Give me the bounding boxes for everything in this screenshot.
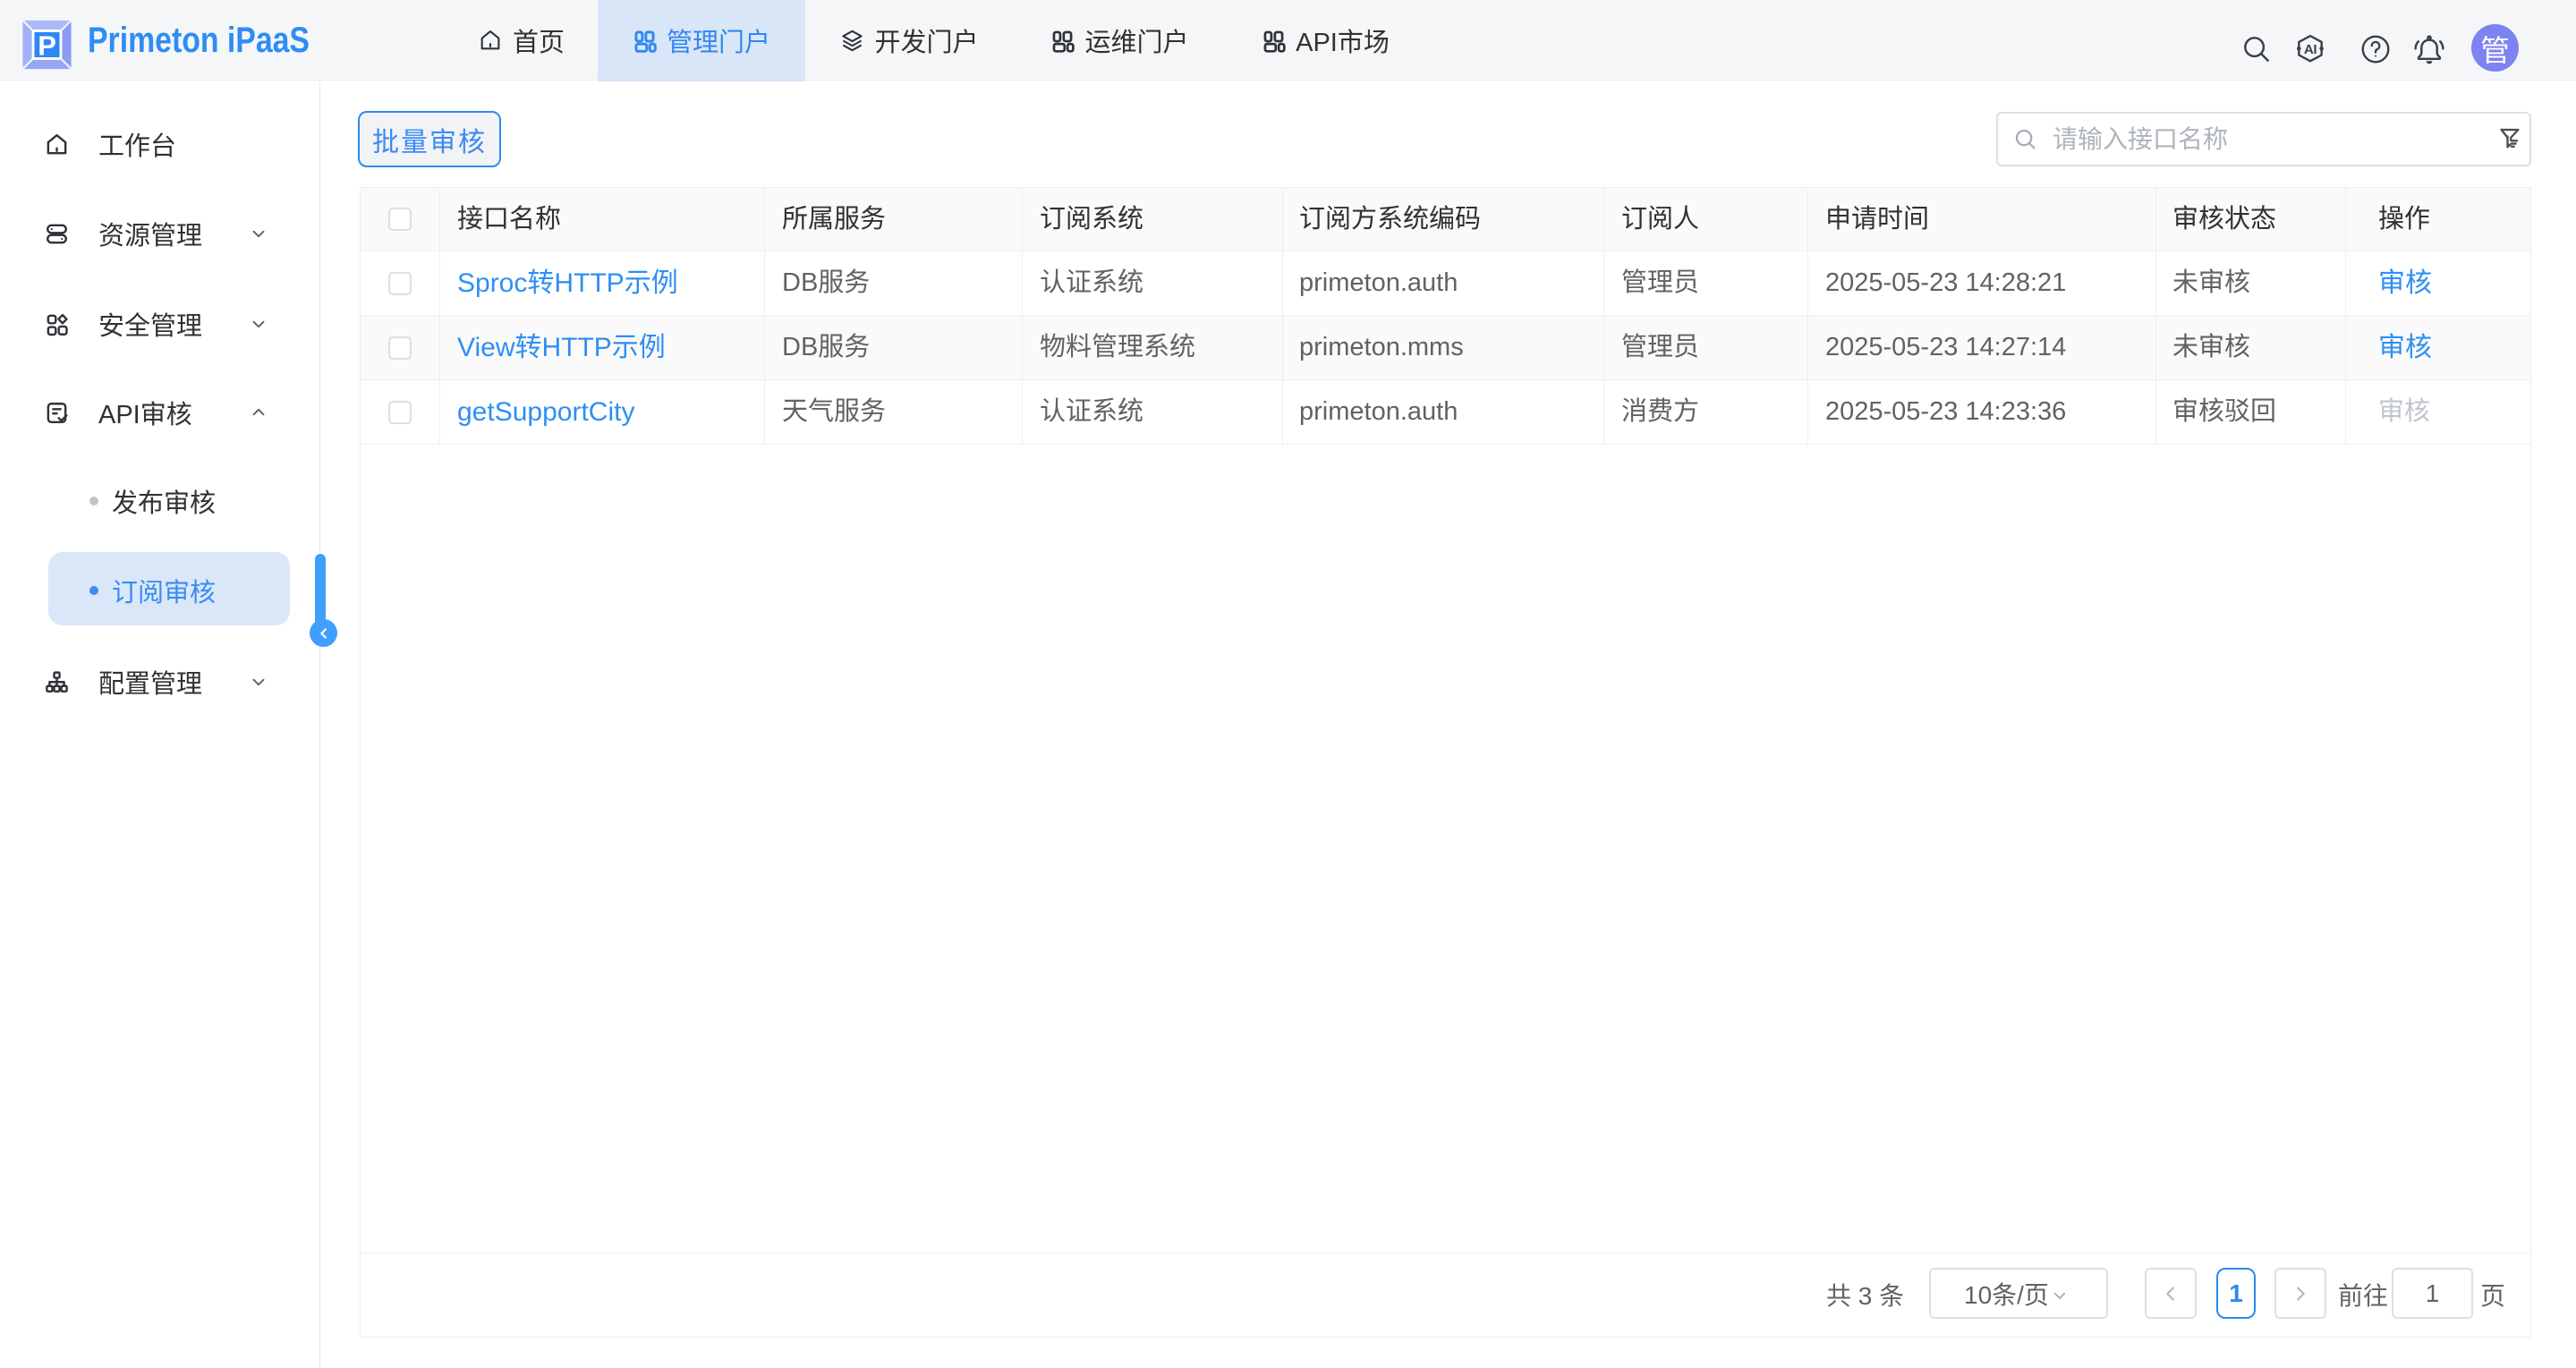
- svg-text:P: P: [38, 30, 56, 62]
- svg-text:AI: AI: [2304, 42, 2317, 57]
